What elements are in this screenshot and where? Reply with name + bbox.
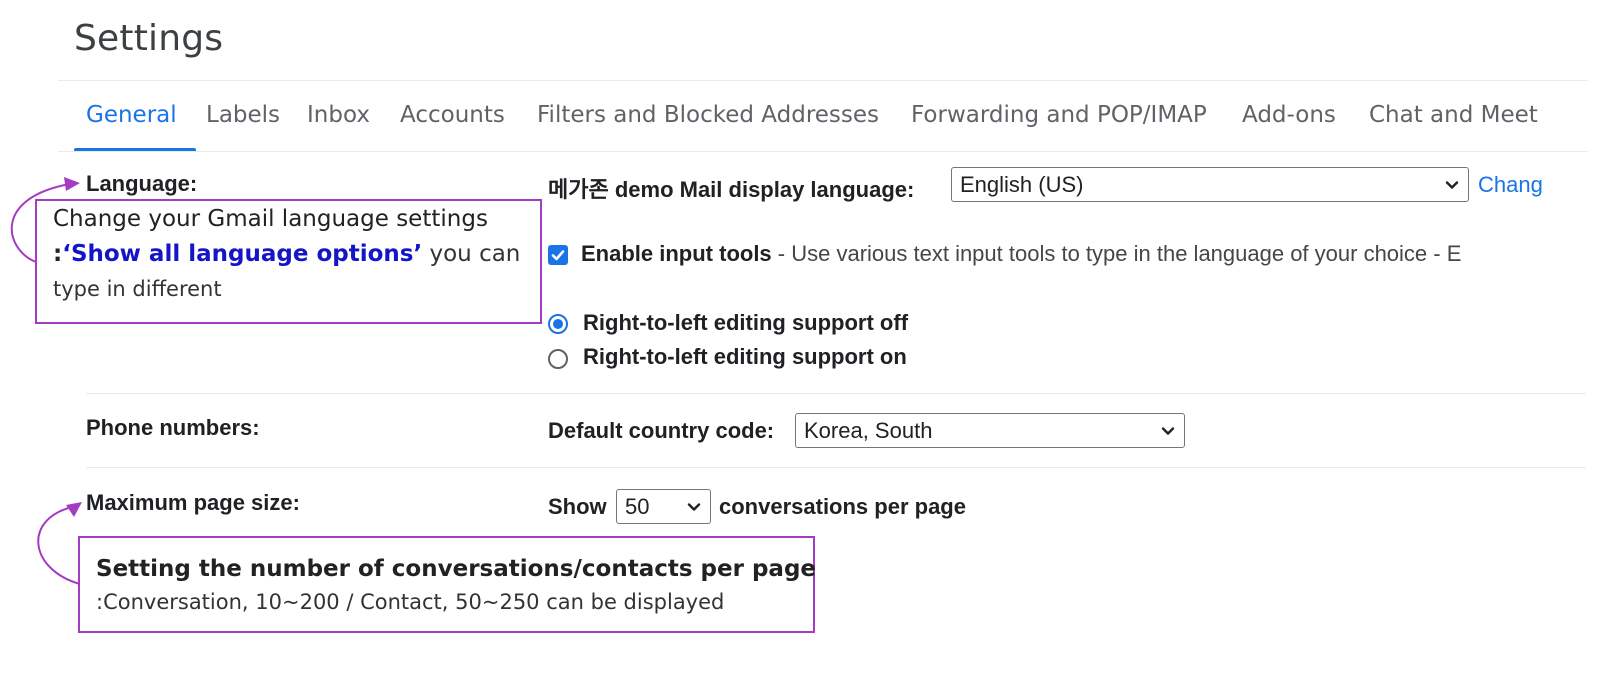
language-callout-heading: Change your Gmail language settings bbox=[53, 206, 488, 232]
language-callout: Change your Gmail language settings :‘Sh… bbox=[35, 199, 542, 324]
language-arrowhead bbox=[64, 177, 80, 191]
language-callout-colon: : bbox=[53, 241, 63, 267]
page-size-callout-body: :Conversation, 10~200 / Contact, 50~250 … bbox=[96, 590, 725, 614]
page-size-callout-arrow bbox=[37, 506, 81, 585]
language-callout-rest: you can bbox=[422, 241, 521, 267]
page-size-callout: Setting the number of conversations/cont… bbox=[78, 536, 817, 633]
page-size-arrowhead bbox=[66, 502, 82, 517]
page-size-callout-heading: Setting the number of conversations/cont… bbox=[96, 556, 817, 582]
language-callout-highlight: ‘Show all language options’ bbox=[62, 241, 423, 267]
language-callout-line1: :‘Show all language options’ you can bbox=[53, 241, 520, 267]
language-callout-line2: type in different bbox=[53, 277, 222, 301]
